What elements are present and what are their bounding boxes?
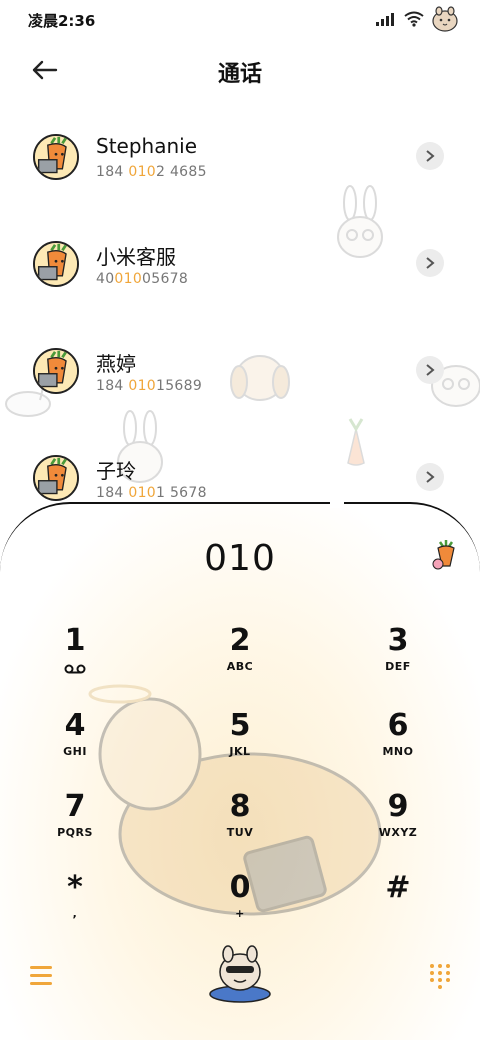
dialed-number[interactable]: 010 xyxy=(0,538,480,579)
chevron-right-icon xyxy=(426,150,435,162)
contact-number: 184 01015689 xyxy=(96,378,202,394)
key-4[interactable]: 4 GHI xyxy=(20,709,130,779)
key-digit: 9 xyxy=(387,789,409,824)
key-2[interactable]: 2 ABC xyxy=(185,624,295,694)
contact-detail-button[interactable] xyxy=(416,249,444,277)
signal-icon xyxy=(376,12,396,26)
number-highlight: 010 xyxy=(128,164,156,180)
contact-detail-button[interactable] xyxy=(416,463,444,491)
contact-number: 184 0102 4685 xyxy=(96,164,207,180)
key-letters: GHI xyxy=(63,745,87,758)
voicemail-icon xyxy=(64,664,86,674)
contact-avatar-icon xyxy=(33,134,79,180)
contact-list: Stephanie 184 0102 4685 小米客服 4001005678 … xyxy=(0,112,480,502)
key-digit: 8 xyxy=(229,789,251,824)
number-part: 184 xyxy=(96,485,129,501)
number-part: 05678 xyxy=(142,271,189,287)
contact-avatar-icon xyxy=(33,455,79,501)
contact-number: 184 0101 5678 xyxy=(96,485,207,501)
key-digit: 4 xyxy=(64,708,86,743)
wifi-icon xyxy=(404,11,424,27)
key-digit: * xyxy=(67,870,83,905)
key-letters: ABC xyxy=(226,660,254,673)
key-digit: 2 xyxy=(229,623,251,658)
contact-name: 小米客服 xyxy=(96,245,176,269)
chevron-right-icon xyxy=(426,471,435,483)
key-letters: + xyxy=(235,907,245,920)
contact-name: 燕婷 xyxy=(96,352,136,376)
number-part: 1 5678 xyxy=(156,485,207,501)
key-digit: 1 xyxy=(64,623,86,658)
contact-avatar-icon xyxy=(33,241,79,287)
panel-gap xyxy=(330,496,344,508)
header: 通话 xyxy=(0,48,480,92)
status-time: 凌晨2:36 xyxy=(28,12,96,30)
key-letters: , xyxy=(72,907,78,920)
key-7[interactable]: 7 PQRS xyxy=(20,790,130,860)
key-letters: WXYZ xyxy=(378,826,418,839)
key-digit: 0 xyxy=(229,870,251,905)
dialpad-panel: 010 1 2 ABC 3 DEF 4 GHI 5 JKL 6 MNO 7 PQ… xyxy=(0,502,480,1040)
number-highlight: 010 xyxy=(128,378,156,394)
number-part: 40 xyxy=(96,271,115,287)
number-part: 184 xyxy=(96,164,129,180)
chevron-right-icon xyxy=(426,364,435,376)
contact-detail-button[interactable] xyxy=(416,142,444,170)
key-digit: 3 xyxy=(387,623,409,658)
key-digit: 6 xyxy=(387,708,409,743)
contact-name: Stephanie xyxy=(96,134,198,158)
key-letters: PQRS xyxy=(57,826,93,839)
contact-detail-button[interactable] xyxy=(416,356,444,384)
key-0[interactable]: 0 + xyxy=(185,871,295,941)
dial-mascot-icon[interactable] xyxy=(204,942,276,1014)
page-title: 通话 xyxy=(217,62,262,87)
key-digit: 7 xyxy=(64,789,86,824)
number-highlight: 010 xyxy=(128,485,156,501)
key-letters: TUV xyxy=(226,826,254,839)
keypad-grid-icon[interactable] xyxy=(430,964,450,989)
key-6[interactable]: 6 MNO xyxy=(343,709,453,779)
key-hash[interactable]: # xyxy=(343,871,453,941)
contact-row[interactable]: 燕婷 184 01015689 xyxy=(0,326,480,426)
key-star[interactable]: * , xyxy=(20,871,130,941)
status-bar: 凌晨2:36 xyxy=(0,0,480,40)
menu-icon[interactable] xyxy=(30,966,52,988)
key-digit: 5 xyxy=(229,708,251,743)
contact-number: 4001005678 xyxy=(96,271,188,287)
key-letters: JKL xyxy=(229,745,251,758)
key-1[interactable]: 1 xyxy=(20,624,130,694)
key-digit: # xyxy=(385,870,411,905)
contact-avatar-icon xyxy=(33,348,79,394)
key-5[interactable]: 5 JKL xyxy=(185,709,295,779)
contact-row[interactable]: Stephanie 184 0102 4685 xyxy=(0,112,480,212)
contact-row[interactable]: 小米客服 4001005678 xyxy=(0,219,480,319)
number-part: 184 xyxy=(96,378,129,394)
key-8[interactable]: 8 TUV xyxy=(185,790,295,860)
number-part: 2 4685 xyxy=(156,164,207,180)
status-icons xyxy=(376,6,458,32)
chevron-right-icon xyxy=(426,257,435,269)
number-part: 15689 xyxy=(156,378,203,394)
key-letters: DEF xyxy=(385,660,411,673)
number-highlight: 010 xyxy=(114,271,143,287)
key-letters: MNO xyxy=(382,745,414,758)
mascot-avatar-icon xyxy=(432,6,458,32)
contact-row[interactable]: 子玲 184 0101 5678 xyxy=(0,433,480,502)
carrot-mascot-icon xyxy=(432,540,455,570)
contact-name: 子玲 xyxy=(96,459,136,483)
key-3[interactable]: 3 DEF xyxy=(343,624,453,694)
key-9[interactable]: 9 WXYZ xyxy=(343,790,453,860)
